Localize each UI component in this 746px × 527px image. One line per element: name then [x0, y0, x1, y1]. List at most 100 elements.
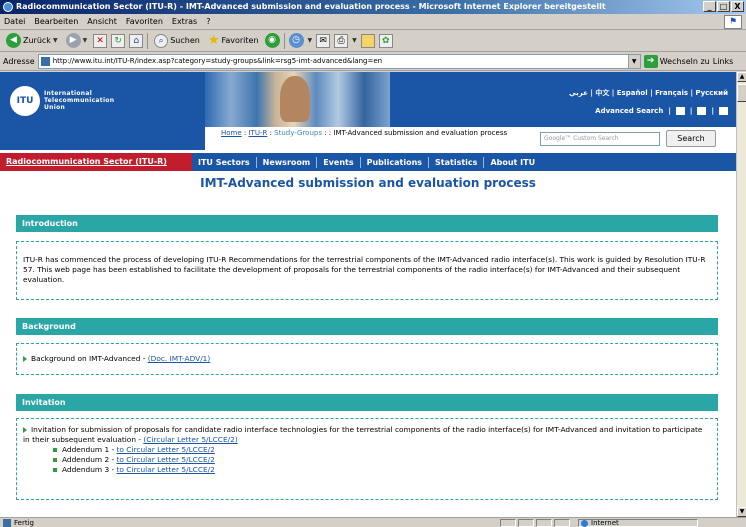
addendum-item: Addendum 1 - to Circular Letter 5/LCCE/2: [23, 445, 711, 455]
search-icon: ⌕: [154, 33, 169, 48]
doc-imt-adv-link[interactable]: (Doc. IMT-ADV/1): [148, 354, 211, 363]
arrow-bullet-icon: [23, 427, 27, 433]
security-zone: Internet: [578, 518, 698, 527]
address-input[interactable]: http://www.itu.int/ITU-R/index.asp?categ…: [37, 53, 641, 69]
banner-person: [280, 76, 310, 122]
menu-favoriten[interactable]: Favoriten: [126, 17, 163, 26]
circular-letter-link[interactable]: (Circular Letter 5/LCCE/2): [143, 435, 237, 444]
nav-item-itu-sectors[interactable]: ITU Sectors: [192, 156, 257, 168]
nav-item-newsroom[interactable]: Newsroom: [257, 156, 318, 168]
print-icon[interactable]: [719, 107, 728, 115]
chevron-down-icon: ▼: [307, 37, 313, 44]
star-icon: ★: [207, 33, 220, 48]
addendum-2-link[interactable]: to Circular Letter 5/LCCE/2: [117, 455, 215, 464]
menu-help[interactable]: ?: [206, 17, 210, 26]
breadcrumb-home[interactable]: Home: [221, 129, 242, 137]
links-button[interactable]: Links: [713, 57, 734, 66]
search-input[interactable]: Google™ Custom Search: [540, 132, 660, 146]
invitation-box: Invitation for submission of proposals f…: [16, 418, 718, 500]
menu-bearbeiten[interactable]: Bearbeiten: [34, 17, 78, 26]
breadcrumb-current: IMT-Advanced submission and evaluation p…: [333, 129, 508, 137]
search-label: Suchen: [170, 36, 200, 45]
address-bar: Adresse http://www.itu.int/ITU-R/index.a…: [0, 52, 746, 71]
windows-logo-icon: ⚑: [724, 15, 742, 29]
toolbar-separator: [283, 32, 285, 49]
nav-item-events[interactable]: Events: [317, 156, 361, 168]
addendum-3-link[interactable]: to Circular Letter 5/LCCE/2: [117, 465, 215, 474]
square-bullet-icon: [53, 448, 57, 452]
menu-ansicht[interactable]: Ansicht: [87, 17, 117, 26]
mail-icon[interactable]: [697, 107, 707, 115]
scrollbar-thumb[interactable]: [737, 84, 746, 102]
back-arrow-icon: ◀: [6, 33, 21, 48]
sitemap-icon[interactable]: [675, 107, 685, 115]
folder-icon[interactable]: [360, 33, 375, 48]
nav-item-itu-r[interactable]: Radiocommunication Sector (ITU-R): [0, 153, 192, 171]
favorites-button[interactable]: ★ Favoriten: [206, 32, 261, 50]
menu-datei[interactable]: Datei: [4, 17, 25, 26]
menu-bar: Datei Bearbeiten Ansicht Favoriten Extra…: [0, 14, 746, 30]
go-label: Wechseln zu: [659, 56, 710, 66]
search-submit-button[interactable]: Search: [666, 130, 716, 147]
go-button[interactable]: ➔ Wechseln zu: [643, 54, 710, 68]
nav-item-statistics[interactable]: Statistics: [429, 156, 485, 168]
window-title: Radiocommunication Sector (ITU-R) - IMT-…: [16, 2, 606, 11]
minimize-button[interactable]: _: [703, 1, 716, 12]
nav-item-publications[interactable]: Publications: [361, 156, 430, 168]
print-icon[interactable]: ⎙: [334, 33, 349, 48]
messenger-icon[interactable]: ✿: [378, 33, 393, 48]
main-nav: Radiocommunication Sector (ITU-R) ITU Se…: [0, 153, 736, 171]
window-controls: _ □ X: [703, 1, 744, 12]
page-viewport: ITU International Telecommunication Unio…: [0, 72, 736, 517]
status-cells: [500, 518, 570, 527]
breadcrumb-itu-r[interactable]: ITU-R: [248, 129, 267, 137]
back-button[interactable]: ◀ Zurück ▼: [4, 32, 60, 50]
breadcrumb: Home : ITU-R : Study-Groups : : IMT-Adva…: [221, 129, 508, 137]
introduction-text: ITU-R has commenced the process of devel…: [23, 255, 706, 284]
advanced-search-link[interactable]: Advanced Search: [595, 107, 663, 115]
maximize-button[interactable]: □: [717, 1, 730, 12]
chevron-down-icon: ▼: [82, 37, 88, 44]
history-icon[interactable]: ◷: [288, 33, 304, 48]
breadcrumb-study-groups[interactable]: Study-Groups: [274, 129, 322, 137]
forward-arrow-icon: ▶: [65, 33, 81, 48]
chevron-down-icon[interactable]: ▼: [627, 54, 640, 68]
media-icon[interactable]: ◉: [264, 33, 280, 48]
search-button[interactable]: ⌕ Suchen: [152, 32, 202, 50]
itu-logo[interactable]: ITU: [10, 86, 40, 116]
menu-extras[interactable]: Extras: [172, 17, 197, 26]
advanced-search-bar: Advanced Search | | |: [595, 107, 728, 115]
go-arrow-icon: ➔: [643, 54, 658, 68]
square-bullet-icon: [53, 468, 57, 472]
scroll-down-icon[interactable]: ▼: [737, 507, 746, 517]
banner-image: [205, 72, 390, 127]
background-box: Background on IMT-Advanced - (Doc. IMT-A…: [16, 343, 718, 375]
ie-icon: [3, 2, 13, 12]
status-text: Fertig: [0, 518, 500, 527]
page-icon: [40, 56, 50, 66]
list-item: Invitation for submission of proposals f…: [23, 425, 711, 445]
language-links[interactable]: عربي | 中文 | Español | Français | Русский: [569, 88, 728, 98]
square-bullet-icon: [53, 458, 57, 462]
refresh-icon[interactable]: ↻: [111, 33, 126, 48]
section-heading-invitation: Invitation: [16, 394, 718, 411]
addendum-item: Addendum 2 - to Circular Letter 5/LCCE/2: [23, 455, 711, 465]
addendum-1-link[interactable]: to Circular Letter 5/LCCE/2: [117, 445, 215, 454]
back-label: Zurück: [23, 36, 51, 45]
scroll-up-icon[interactable]: ▲: [737, 72, 746, 82]
nav-item-about-itu[interactable]: About ITU: [484, 157, 541, 168]
stop-icon[interactable]: ✕: [93, 33, 108, 48]
invitation-item-text: Invitation for submission of proposals f…: [23, 425, 703, 444]
home-icon[interactable]: ⌂: [129, 33, 144, 48]
forward-button[interactable]: ▶ ▼: [64, 32, 90, 50]
close-button[interactable]: X: [731, 1, 744, 12]
chevron-down-icon: ▼: [52, 37, 58, 44]
background-item-text: Background on IMT-Advanced -: [31, 354, 148, 363]
window-titlebar: Radiocommunication Sector (ITU-R) - IMT-…: [0, 0, 746, 14]
vertical-scrollbar[interactable]: ▲ ▼: [736, 72, 746, 517]
itu-org-name: International Telecommunication Union: [44, 90, 115, 111]
toolbar: ◀ Zurück ▼ ▶ ▼ ✕ ↻ ⌂ ⌕ Suchen ★ Favorite…: [0, 30, 746, 52]
introduction-box: ITU-R has commenced the process of devel…: [16, 241, 718, 300]
status-bar: Fertig Internet: [0, 517, 746, 527]
mail-icon[interactable]: ✉: [316, 33, 331, 48]
